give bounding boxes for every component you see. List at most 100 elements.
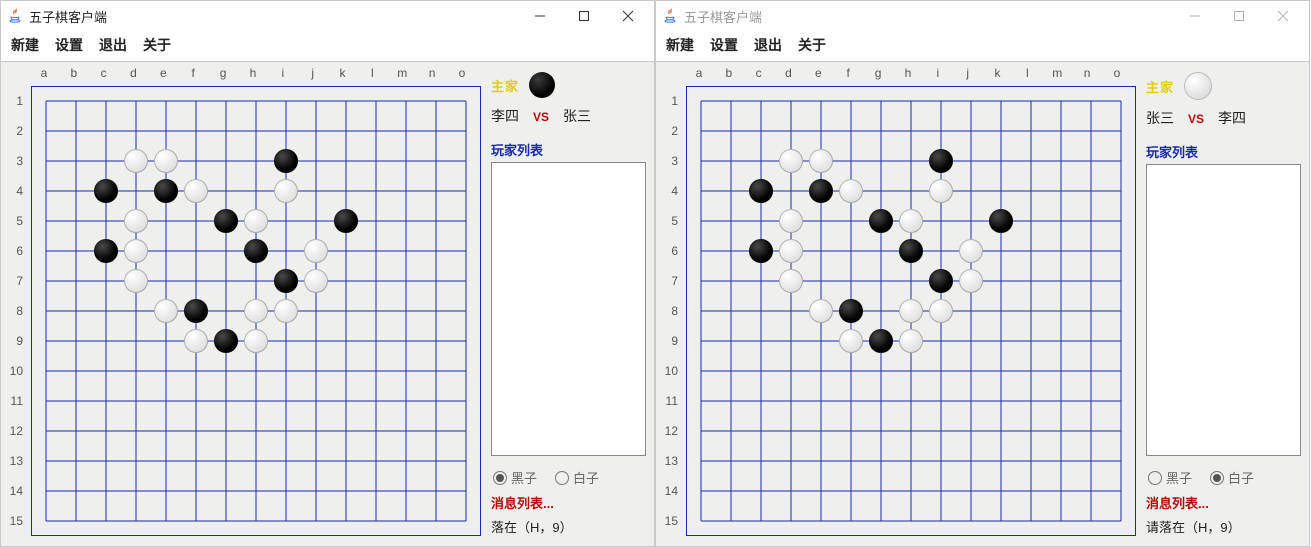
row-label: 14 (662, 476, 682, 506)
row-label: 7 (7, 266, 27, 296)
col-label: c (89, 66, 119, 80)
col-label: l (1012, 66, 1042, 80)
title-bar[interactable]: 五子棋客户端 (1, 1, 654, 31)
col-label: k (328, 66, 358, 80)
board-wrap: abcdefghijklmno123456789101112131415 (7, 68, 481, 536)
stone-white (779, 209, 803, 233)
col-label: h (893, 66, 923, 80)
row-label: 14 (7, 476, 27, 506)
radio-white[interactable]: 白子 (555, 468, 599, 487)
col-label: a (29, 66, 59, 80)
stone-white (154, 299, 178, 323)
radio-black[interactable]: 黑子 (493, 468, 537, 487)
stone-white (779, 149, 803, 173)
col-label: m (387, 66, 417, 80)
row-label: 1 (662, 86, 682, 116)
col-label: d (119, 66, 149, 80)
col-label: e (803, 66, 833, 80)
row-label: 3 (662, 146, 682, 176)
window-controls (518, 1, 650, 31)
radio-white-label: 白子 (1228, 468, 1254, 487)
close-button[interactable] (1261, 1, 1305, 31)
col-label: i (923, 66, 953, 80)
row-label: 6 (7, 236, 27, 266)
stone-black (214, 329, 238, 353)
menu-item[interactable]: 设置 (53, 34, 85, 56)
stone-white (899, 209, 923, 233)
radio-white[interactable]: 白子 (1210, 468, 1254, 487)
players-row: 李四 VS 张三 (491, 106, 646, 126)
menu-item[interactable]: 设置 (708, 34, 740, 56)
row-labels: 123456789101112131415 (662, 86, 682, 536)
stone-white (779, 239, 803, 263)
stone-white (274, 299, 298, 323)
menu-item[interactable]: 新建 (664, 34, 696, 56)
stone-black (929, 269, 953, 293)
stone-white (779, 269, 803, 293)
board-wrap: abcdefghijklmno123456789101112131415 (662, 68, 1136, 536)
stone-white (124, 149, 148, 173)
maximize-button[interactable] (1217, 1, 1261, 31)
row-label: 7 (662, 266, 682, 296)
close-button[interactable] (606, 1, 650, 31)
col-label: j (298, 66, 328, 80)
gomoku-board[interactable] (31, 86, 481, 536)
row-label: 9 (7, 326, 27, 356)
status-line: 落在（H，9） (491, 517, 646, 536)
player-list-label: 玩家列表 (491, 140, 646, 159)
radio-white-label: 白子 (573, 468, 599, 487)
row-label: 13 (7, 446, 27, 476)
player-one: 张三 (1146, 108, 1174, 128)
turn-label: 主家 (1146, 77, 1174, 96)
maximize-button[interactable] (562, 1, 606, 31)
col-label: k (983, 66, 1013, 80)
col-label: i (268, 66, 298, 80)
menu-item[interactable]: 退出 (752, 34, 784, 56)
stone-black (749, 179, 773, 203)
player-list[interactable] (491, 162, 646, 456)
player-list[interactable] (1146, 164, 1301, 456)
stone-white (244, 209, 268, 233)
stone-white (839, 179, 863, 203)
column-labels: abcdefghijklmno (684, 66, 1132, 80)
menu-item[interactable]: 新建 (9, 34, 41, 56)
players-row: 张三 VS 李四 (1146, 108, 1301, 128)
col-label: j (953, 66, 983, 80)
turn-label: 主家 (491, 76, 519, 95)
col-label: d (774, 66, 804, 80)
radio-black-label: 黑子 (1166, 468, 1192, 487)
player-two: 张三 (563, 106, 591, 126)
radio-black[interactable]: 黑子 (1148, 468, 1192, 487)
title-bar[interactable]: 五子棋客户端 (656, 1, 1309, 31)
col-label: o (1102, 66, 1132, 80)
stone-white (929, 179, 953, 203)
minimize-button[interactable] (1173, 1, 1217, 31)
row-label: 12 (7, 416, 27, 446)
stone-white (899, 299, 923, 323)
minimize-button[interactable] (518, 1, 562, 31)
game-window-right: 五子棋客户端 新建设置退出关于abcdefghijklmno1234567891… (655, 0, 1310, 547)
content-area: abcdefghijklmno123456789101112131415 主家 … (656, 62, 1309, 546)
status-line: 请落在（H，9） (1146, 517, 1301, 536)
row-label: 10 (7, 356, 27, 386)
stone-black (214, 209, 238, 233)
radio-black-label: 黑子 (511, 468, 537, 487)
side-panel: 主家 张三 VS 李四 玩家列表 黑子 白子 消息列表... 请落在（H，9） (1146, 68, 1301, 536)
stone-white (839, 329, 863, 353)
window-title: 五子棋客户端 (29, 7, 107, 26)
row-labels: 123456789101112131415 (7, 86, 27, 536)
menu-item[interactable]: 关于 (796, 34, 828, 56)
gomoku-board[interactable] (686, 86, 1136, 536)
stone-black (929, 149, 953, 173)
player-one: 李四 (491, 106, 519, 126)
menu-item[interactable]: 退出 (97, 34, 129, 56)
col-label: l (357, 66, 387, 80)
menu-item[interactable]: 关于 (141, 34, 173, 56)
stone-white (959, 269, 983, 293)
col-label: o (447, 66, 477, 80)
row-label: 9 (662, 326, 682, 356)
row-label: 6 (662, 236, 682, 266)
window-controls (1173, 1, 1305, 31)
row-label: 4 (662, 176, 682, 206)
col-label: f (178, 66, 208, 80)
